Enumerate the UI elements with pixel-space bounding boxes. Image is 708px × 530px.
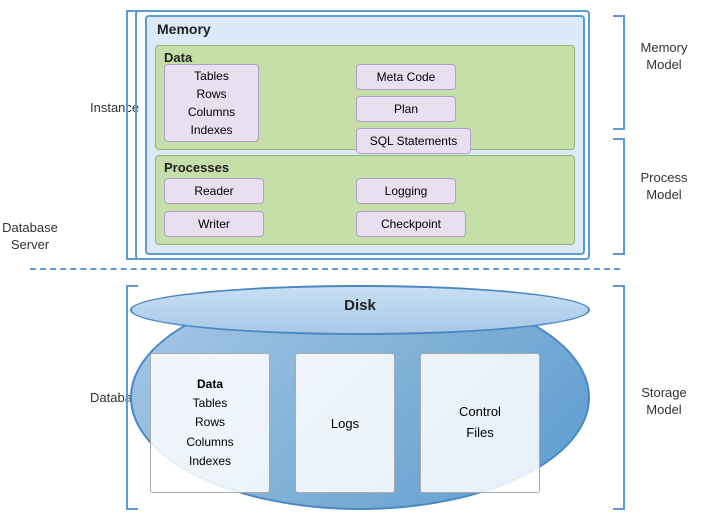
disk-data-line1: Data: [197, 375, 223, 394]
checkpoint-label: Checkpoint: [381, 217, 441, 231]
data-tables-box: Tables Rows Columns Indexes: [164, 64, 259, 142]
disk-data-line2: Tables: [193, 394, 228, 413]
disk-logs-box: Logs: [295, 353, 395, 493]
plan-label: Plan: [394, 102, 418, 116]
plan-box: Plan: [356, 96, 456, 122]
data-section: Data Tables Rows Columns Indexes Meta Co…: [155, 45, 575, 150]
disk-data-box: Data Tables Rows Columns Indexes: [150, 353, 270, 493]
process-model-bracket: [613, 138, 625, 255]
memory-box: Memory Data Tables Rows Columns Indexes …: [145, 15, 585, 255]
data-tables-line2: Rows: [196, 85, 226, 103]
meta-code-box: Meta Code: [356, 64, 456, 90]
processes-title: Processes: [164, 160, 229, 175]
processes-section: Processes Reader Logging Writer Checkpoi…: [155, 155, 575, 245]
disk-data-line3: Rows: [195, 413, 225, 432]
data-tables-line1: Tables: [194, 67, 229, 85]
disk-container: Disk Data Tables Rows Columns Indexes Lo…: [130, 285, 590, 510]
storage-model-bracket: [613, 285, 625, 510]
writer-box: Writer: [164, 211, 264, 237]
label-memory-model: Memory Model: [624, 40, 704, 74]
disk-title: Disk: [130, 297, 590, 314]
sql-label: SQL Statements: [370, 134, 458, 148]
label-storage-model: Storage Model: [624, 385, 704, 419]
logging-box: Logging: [356, 178, 456, 204]
dashed-divider: [30, 268, 620, 270]
reader-box: Reader: [164, 178, 264, 204]
writer-label: Writer: [198, 217, 230, 231]
diagram-container: Database Server Instance Database Memory…: [0, 0, 708, 530]
meta-code-label: Meta Code: [377, 70, 436, 84]
data-tables-line3: Columns: [188, 103, 235, 121]
disk-data-line4: Columns: [186, 433, 233, 452]
memory-title: Memory: [157, 21, 211, 37]
disk-control-line1: Control: [459, 402, 501, 423]
logging-label: Logging: [385, 184, 428, 198]
reader-label: Reader: [194, 184, 233, 198]
checkpoint-box: Checkpoint: [356, 211, 466, 237]
disk-control-line2: Files: [466, 423, 493, 444]
disk-control-box: Control Files: [420, 353, 540, 493]
data-tables-line4: Indexes: [190, 121, 232, 139]
sql-statements-box: SQL Statements: [356, 128, 471, 154]
disk-data-line5: Indexes: [189, 452, 231, 471]
label-database-server: Database Server: [0, 220, 60, 254]
disk-logs-label: Logs: [331, 416, 359, 431]
data-section-title: Data: [164, 50, 192, 65]
memory-model-bracket: [613, 15, 625, 130]
label-process-model: Process Model: [624, 170, 704, 204]
